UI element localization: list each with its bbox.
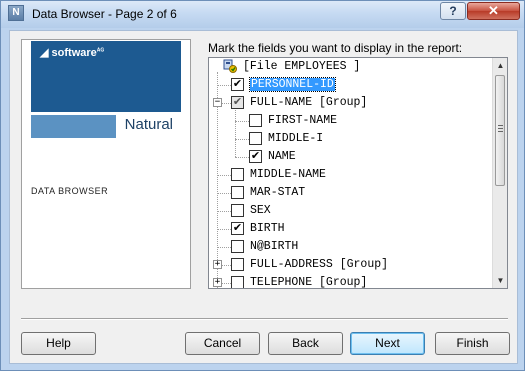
tree-item[interactable]: N@BIRTH bbox=[209, 238, 492, 256]
brand-caption: DATA BROWSER bbox=[31, 186, 109, 196]
expand-icon[interactable]: + bbox=[213, 278, 222, 287]
field-checkbox[interactable]: ✔ bbox=[231, 78, 244, 91]
collapse-icon[interactable]: − bbox=[213, 98, 222, 107]
field-checkbox[interactable] bbox=[231, 168, 244, 181]
natural-accent-bar bbox=[31, 115, 116, 138]
instructions-label: Mark the fields you want to display in t… bbox=[208, 41, 463, 55]
tree-item[interactable]: − ✔ FULL-NAME [Group] bbox=[209, 94, 492, 112]
field-label: MIDDLE-NAME bbox=[250, 168, 326, 181]
brand-band bbox=[31, 67, 181, 110]
finish-button[interactable]: Finish bbox=[435, 332, 510, 355]
field-checkbox[interactable] bbox=[231, 186, 244, 199]
field-checkbox[interactable] bbox=[249, 114, 262, 127]
scroll-down-icon[interactable]: ▼ bbox=[493, 273, 507, 288]
help-icon[interactable]: ? bbox=[440, 2, 466, 20]
field-checkbox[interactable]: ✔ bbox=[231, 222, 244, 235]
field-label: TELEPHONE [Group] bbox=[250, 276, 368, 288]
back-button[interactable]: Back bbox=[268, 332, 343, 355]
field-label: FIRST-NAME bbox=[268, 114, 338, 127]
tree-root-label: [File EMPLOYEES ] bbox=[243, 60, 361, 73]
tree-item[interactable]: SEX bbox=[209, 202, 492, 220]
window-title: Data Browser - Page 2 of 6 bbox=[32, 7, 177, 21]
next-button[interactable]: Next bbox=[350, 332, 425, 355]
field-checkbox[interactable] bbox=[231, 258, 244, 271]
wizard-body: ◢ softwareAG Natural DATA BROWSER Mark t… bbox=[9, 30, 518, 364]
file-database-icon bbox=[223, 59, 237, 73]
tree-item[interactable]: MIDDLE-I bbox=[209, 130, 492, 148]
tree-scrollbar[interactable]: ▲ ▼ bbox=[492, 58, 507, 288]
software-ag-logo: ◢ softwareAG bbox=[31, 41, 181, 67]
title-bar[interactable]: N Data Browser - Page 2 of 6 ? ✕ bbox=[1, 1, 524, 28]
field-label: MAR-STAT bbox=[250, 186, 306, 199]
field-label: N@BIRTH bbox=[250, 240, 299, 253]
field-label: NAME bbox=[268, 150, 296, 163]
tree-item[interactable]: ✔ NAME bbox=[209, 148, 492, 166]
tree-item[interactable]: + FULL-ADDRESS [Group] bbox=[209, 256, 492, 274]
data-browser-window: N Data Browser - Page 2 of 6 ? ✕ ◢ softw… bbox=[0, 0, 525, 371]
field-checkbox[interactable]: ✔ bbox=[231, 96, 244, 109]
field-label: PERSONNEL-ID bbox=[249, 77, 336, 92]
help-button[interactable]: Help bbox=[21, 332, 96, 355]
field-label: BIRTH bbox=[250, 222, 285, 235]
product-name: Natural bbox=[124, 116, 173, 133]
tree-item[interactable]: MIDDLE-NAME bbox=[209, 166, 492, 184]
field-checkbox[interactable] bbox=[249, 132, 262, 145]
logo-company-suffix: AG bbox=[96, 47, 105, 54]
natural-app-icon: N bbox=[8, 5, 24, 21]
field-label: MIDDLE-I bbox=[268, 132, 324, 145]
scroll-up-icon[interactable]: ▲ bbox=[493, 58, 507, 73]
logo-swoosh-icon: ◢ bbox=[40, 47, 49, 59]
field-checkbox[interactable]: ✔ bbox=[249, 150, 262, 163]
logo-company: software bbox=[51, 47, 97, 59]
brand-panel: ◢ softwareAG Natural DATA BROWSER bbox=[21, 39, 191, 289]
field-label: FULL-ADDRESS [Group] bbox=[250, 258, 389, 271]
natural-product-box: Natural bbox=[31, 110, 181, 140]
expand-icon[interactable]: + bbox=[213, 260, 222, 269]
close-icon[interactable]: ✕ bbox=[467, 2, 520, 20]
field-tree: [File EMPLOYEES ] ✔ PERSONNEL-ID − ✔ FULL-NA… bbox=[209, 58, 492, 288]
scroll-thumb[interactable] bbox=[495, 75, 505, 186]
tree-item[interactable]: ✔ PERSONNEL-ID bbox=[209, 76, 492, 94]
field-checkbox[interactable] bbox=[231, 276, 244, 288]
field-checkbox[interactable] bbox=[231, 240, 244, 253]
tree-item[interactable]: + TELEPHONE [Group] bbox=[209, 274, 492, 288]
tree-item[interactable]: MAR-STAT bbox=[209, 184, 492, 202]
cancel-button[interactable]: Cancel bbox=[185, 332, 260, 355]
field-checkbox[interactable] bbox=[231, 204, 244, 217]
tree-item[interactable]: FIRST-NAME bbox=[209, 112, 492, 130]
field-tree-view[interactable]: [File EMPLOYEES ] ✔ PERSONNEL-ID − ✔ FULL-NA… bbox=[208, 57, 508, 289]
field-label: SEX bbox=[250, 204, 271, 217]
field-label: FULL-NAME [Group] bbox=[250, 96, 368, 109]
tree-root[interactable]: [File EMPLOYEES ] bbox=[209, 58, 492, 76]
button-separator bbox=[21, 318, 508, 320]
tree-item[interactable]: ✔ BIRTH bbox=[209, 220, 492, 238]
